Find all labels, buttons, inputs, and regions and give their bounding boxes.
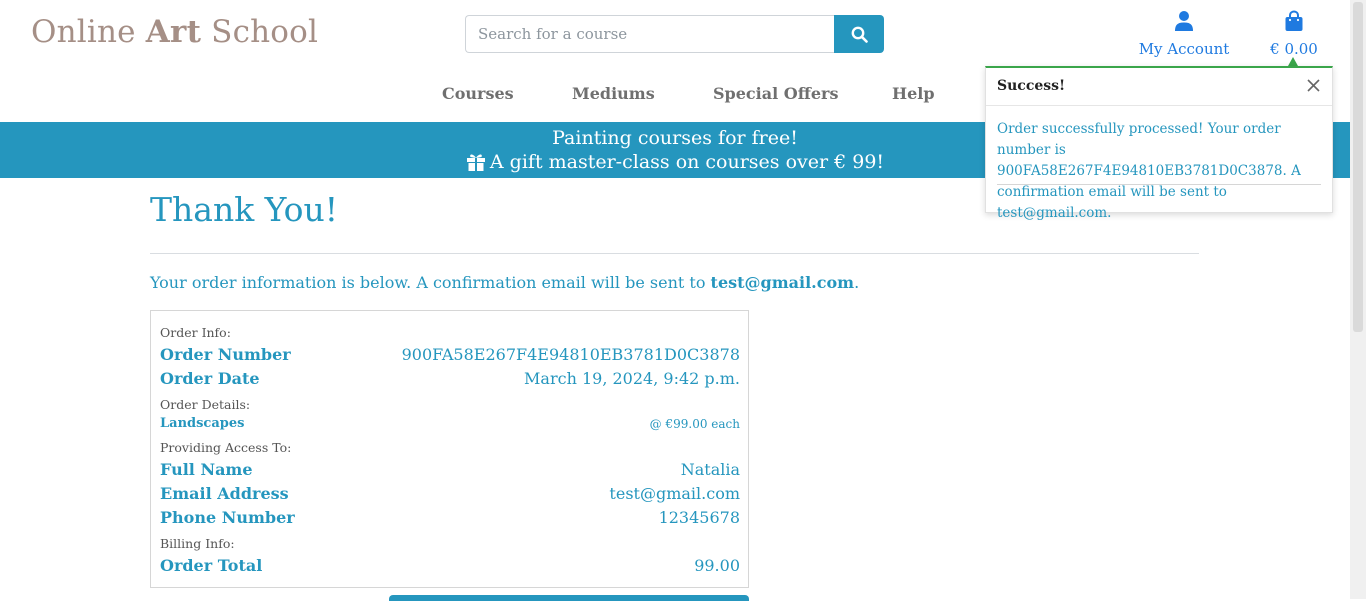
order-intro: Your order information is below. A confi… — [150, 273, 859, 292]
gift-icon — [466, 154, 485, 171]
order-number-value: 900FA58E267F4E94810EB3781D0C3878 — [401, 345, 740, 364]
page-scrollbar[interactable] — [1350, 0, 1366, 599]
toast-arrow — [1288, 57, 1298, 66]
logo-text-online: Online — [31, 14, 146, 50]
email-value: test@gmail.com — [609, 484, 740, 503]
search-button[interactable] — [834, 15, 884, 53]
order-date-label: Order Date — [160, 369, 260, 388]
toast-header: Success! — [986, 68, 1332, 106]
cart-total: € 0.00 — [1270, 40, 1318, 58]
page-title: Thank You! — [150, 190, 338, 229]
logo-text-art: Art — [145, 14, 202, 50]
order-number-label: Order Number — [160, 345, 291, 364]
scrollbar-thumb[interactable] — [1353, 2, 1363, 332]
order-date-value: March 19, 2024, 9:42 p.m. — [524, 369, 740, 388]
close-icon[interactable] — [1307, 77, 1320, 96]
email-label: Email Address — [160, 484, 289, 503]
search-input[interactable] — [465, 15, 834, 53]
my-account-label: My Account — [1138, 40, 1230, 58]
nav-help[interactable]: Help — [892, 84, 935, 103]
order-total-label: Order Total — [160, 556, 263, 575]
item-name: Landscapes — [160, 416, 245, 431]
my-account-link[interactable]: My Account — [1138, 10, 1230, 58]
access-label: Providing Access To: — [160, 440, 292, 455]
email-row: Email Address test@gmail.com — [160, 484, 740, 503]
full-name-row: Full Name Natalia — [160, 460, 740, 479]
toast-divider — [997, 184, 1321, 185]
order-details-label: Order Details: — [160, 397, 251, 412]
order-date-row: Order Date March 19, 2024, 9:42 p.m. — [160, 369, 740, 388]
nav-mediums[interactable]: Mediums — [572, 84, 655, 103]
full-name-label: Full Name — [160, 460, 253, 479]
logo-text-school: School — [201, 14, 319, 50]
divider — [150, 253, 1199, 254]
billing-label: Billing Info: — [160, 536, 235, 551]
nav-courses[interactable]: Courses — [442, 84, 514, 103]
toast-message: Order successfully processed! Your order… — [997, 121, 1301, 221]
user-icon — [1175, 11, 1193, 31]
full-name-value: Natalia — [680, 460, 740, 479]
success-toast: Success! Order successfully processed! Y… — [985, 66, 1333, 221]
phone-label: Phone Number — [160, 508, 295, 527]
banner-line-2: A gift master-class on courses over € 99… — [489, 151, 885, 173]
intro-end: . — [854, 273, 860, 292]
search-icon — [851, 26, 868, 43]
toast-title: Success! — [997, 78, 1066, 94]
nav-special-offers[interactable]: Special Offers — [713, 84, 838, 103]
order-number-row: Order Number 900FA58E267F4E94810EB3781D0… — [160, 345, 740, 364]
shopping-bag-icon — [1285, 10, 1303, 31]
continue-button-partial[interactable] — [389, 595, 749, 601]
site-logo[interactable]: Online Art School — [31, 14, 318, 50]
order-info-label: Order Info: — [160, 325, 231, 340]
item-price: @ €99.00 each — [649, 416, 740, 431]
order-total-row: Order Total 99.00 — [160, 556, 740, 575]
order-item-row: Landscapes @ €99.00 each — [160, 416, 740, 431]
intro-email: test@gmail.com — [710, 273, 855, 292]
phone-value: 12345678 — [658, 508, 740, 527]
search-form — [465, 15, 884, 53]
order-summary-box: Order Info: Order Number 900FA58E267F4E9… — [150, 310, 749, 588]
order-total-value: 99.00 — [694, 556, 740, 575]
phone-row: Phone Number 12345678 — [160, 508, 740, 527]
intro-text: Your order information is below. A confi… — [150, 273, 711, 292]
cart-link[interactable]: € 0.00 — [1262, 10, 1326, 58]
